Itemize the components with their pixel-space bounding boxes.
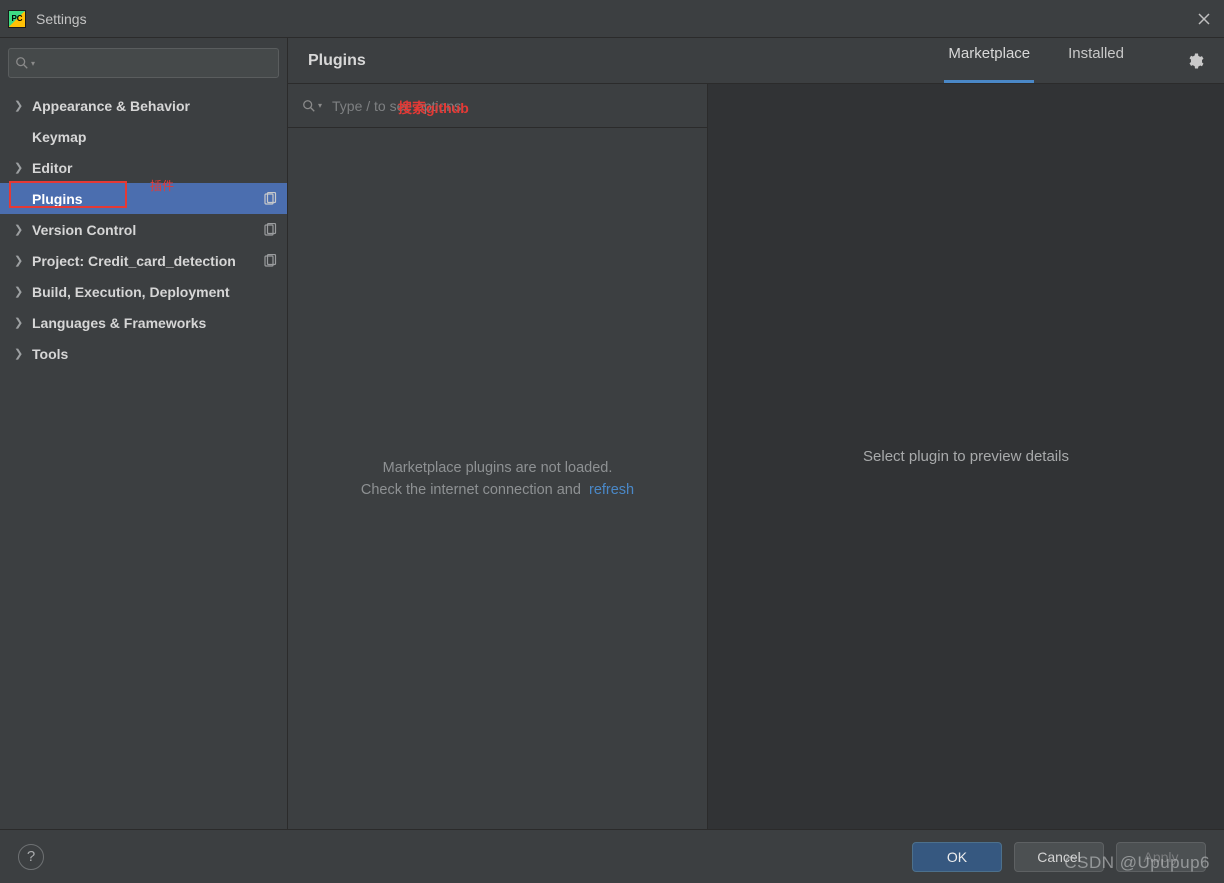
title-bar: PC Settings bbox=[0, 0, 1224, 38]
sidebar-item-project[interactable]: ❯ Project: Credit_card_detection bbox=[0, 245, 287, 276]
plugin-list-empty-state: Marketplace plugins are not loaded. Chec… bbox=[288, 128, 707, 829]
chevron-right-icon: ❯ bbox=[14, 223, 26, 236]
empty-message-line2: Check the internet connection and bbox=[361, 482, 581, 498]
sidebar-item-label: Version Control bbox=[32, 222, 257, 238]
sidebar-item-label: Editor bbox=[32, 160, 277, 176]
cancel-button[interactable]: Cancel bbox=[1014, 842, 1104, 872]
plugin-detail-pane: Select plugin to preview details bbox=[708, 84, 1224, 829]
settings-tree: ❯ Appearance & Behavior ❯ Keymap ❯ Edito… bbox=[0, 86, 287, 829]
sidebar-item-plugins[interactable]: ❯ Plugins 插件 bbox=[0, 183, 287, 214]
tab-marketplace[interactable]: Marketplace bbox=[944, 38, 1034, 83]
chevron-right-icon: ❯ bbox=[14, 99, 26, 112]
sidebar-item-appearance-behavior[interactable]: ❯ Appearance & Behavior bbox=[0, 90, 287, 121]
chevron-right-icon: ❯ bbox=[14, 285, 26, 298]
project-scope-icon bbox=[263, 254, 277, 268]
plugin-list-pane: ▾ 搜索github Marketplace plugins are not l… bbox=[288, 84, 708, 829]
chevron-right-icon: ❯ bbox=[14, 316, 26, 329]
gear-icon[interactable] bbox=[1186, 52, 1204, 70]
empty-message-line1: Marketplace plugins are not loaded. bbox=[383, 460, 613, 476]
app-icon: PC bbox=[8, 10, 26, 28]
sidebar-item-label: Appearance & Behavior bbox=[32, 98, 277, 114]
sidebar-item-label: Tools bbox=[32, 346, 277, 362]
main-panel: Plugins Marketplace Installed ▾ 搜索github… bbox=[288, 38, 1224, 829]
sidebar-item-tools[interactable]: ❯ Tools bbox=[0, 338, 287, 369]
chevron-right-icon: ❯ bbox=[14, 254, 26, 267]
sidebar-search-input[interactable]: ▾ bbox=[8, 48, 279, 78]
detail-placeholder-text: Select plugin to preview details bbox=[863, 448, 1069, 465]
refresh-link[interactable]: refresh bbox=[589, 482, 634, 498]
search-icon bbox=[302, 99, 316, 113]
dialog-footer: ? OK Cancel Apply bbox=[0, 829, 1224, 883]
sidebar-item-editor[interactable]: ❯ Editor bbox=[0, 152, 287, 183]
ok-button[interactable]: OK bbox=[912, 842, 1002, 872]
sidebar-item-label: Build, Execution, Deployment bbox=[32, 284, 277, 300]
project-scope-icon bbox=[263, 223, 277, 237]
page-title: Plugins bbox=[308, 52, 366, 70]
plugin-search-input[interactable] bbox=[332, 98, 693, 114]
apply-button[interactable]: Apply bbox=[1116, 842, 1206, 872]
search-dropdown-icon[interactable]: ▾ bbox=[31, 59, 35, 68]
sidebar-item-keymap[interactable]: ❯ Keymap bbox=[0, 121, 287, 152]
tab-installed[interactable]: Installed bbox=[1064, 38, 1128, 83]
settings-sidebar: ▾ ❯ Appearance & Behavior ❯ Keymap ❯ Edi… bbox=[0, 38, 288, 829]
sidebar-item-label: Languages & Frameworks bbox=[32, 315, 277, 331]
chevron-right-icon: ❯ bbox=[14, 347, 26, 360]
plugin-search-row: ▾ 搜索github bbox=[288, 84, 707, 128]
window-title: Settings bbox=[36, 11, 87, 27]
sidebar-item-languages-frameworks[interactable]: ❯ Languages & Frameworks bbox=[0, 307, 287, 338]
help-button[interactable]: ? bbox=[18, 844, 44, 870]
sidebar-item-label: Keymap bbox=[32, 129, 277, 145]
chevron-right-icon: ❯ bbox=[14, 161, 26, 174]
sidebar-item-version-control[interactable]: ❯ Version Control bbox=[0, 214, 287, 245]
sidebar-item-label: Project: Credit_card_detection bbox=[32, 253, 257, 269]
project-scope-icon bbox=[263, 192, 277, 206]
close-icon[interactable] bbox=[1192, 7, 1216, 31]
sidebar-search-field[interactable] bbox=[41, 56, 272, 71]
sidebar-item-build-execution-deployment[interactable]: ❯ Build, Execution, Deployment bbox=[0, 276, 287, 307]
search-dropdown-icon[interactable]: ▾ bbox=[318, 101, 322, 110]
sidebar-item-label: Plugins bbox=[32, 191, 257, 207]
main-header: Plugins Marketplace Installed bbox=[288, 38, 1224, 84]
